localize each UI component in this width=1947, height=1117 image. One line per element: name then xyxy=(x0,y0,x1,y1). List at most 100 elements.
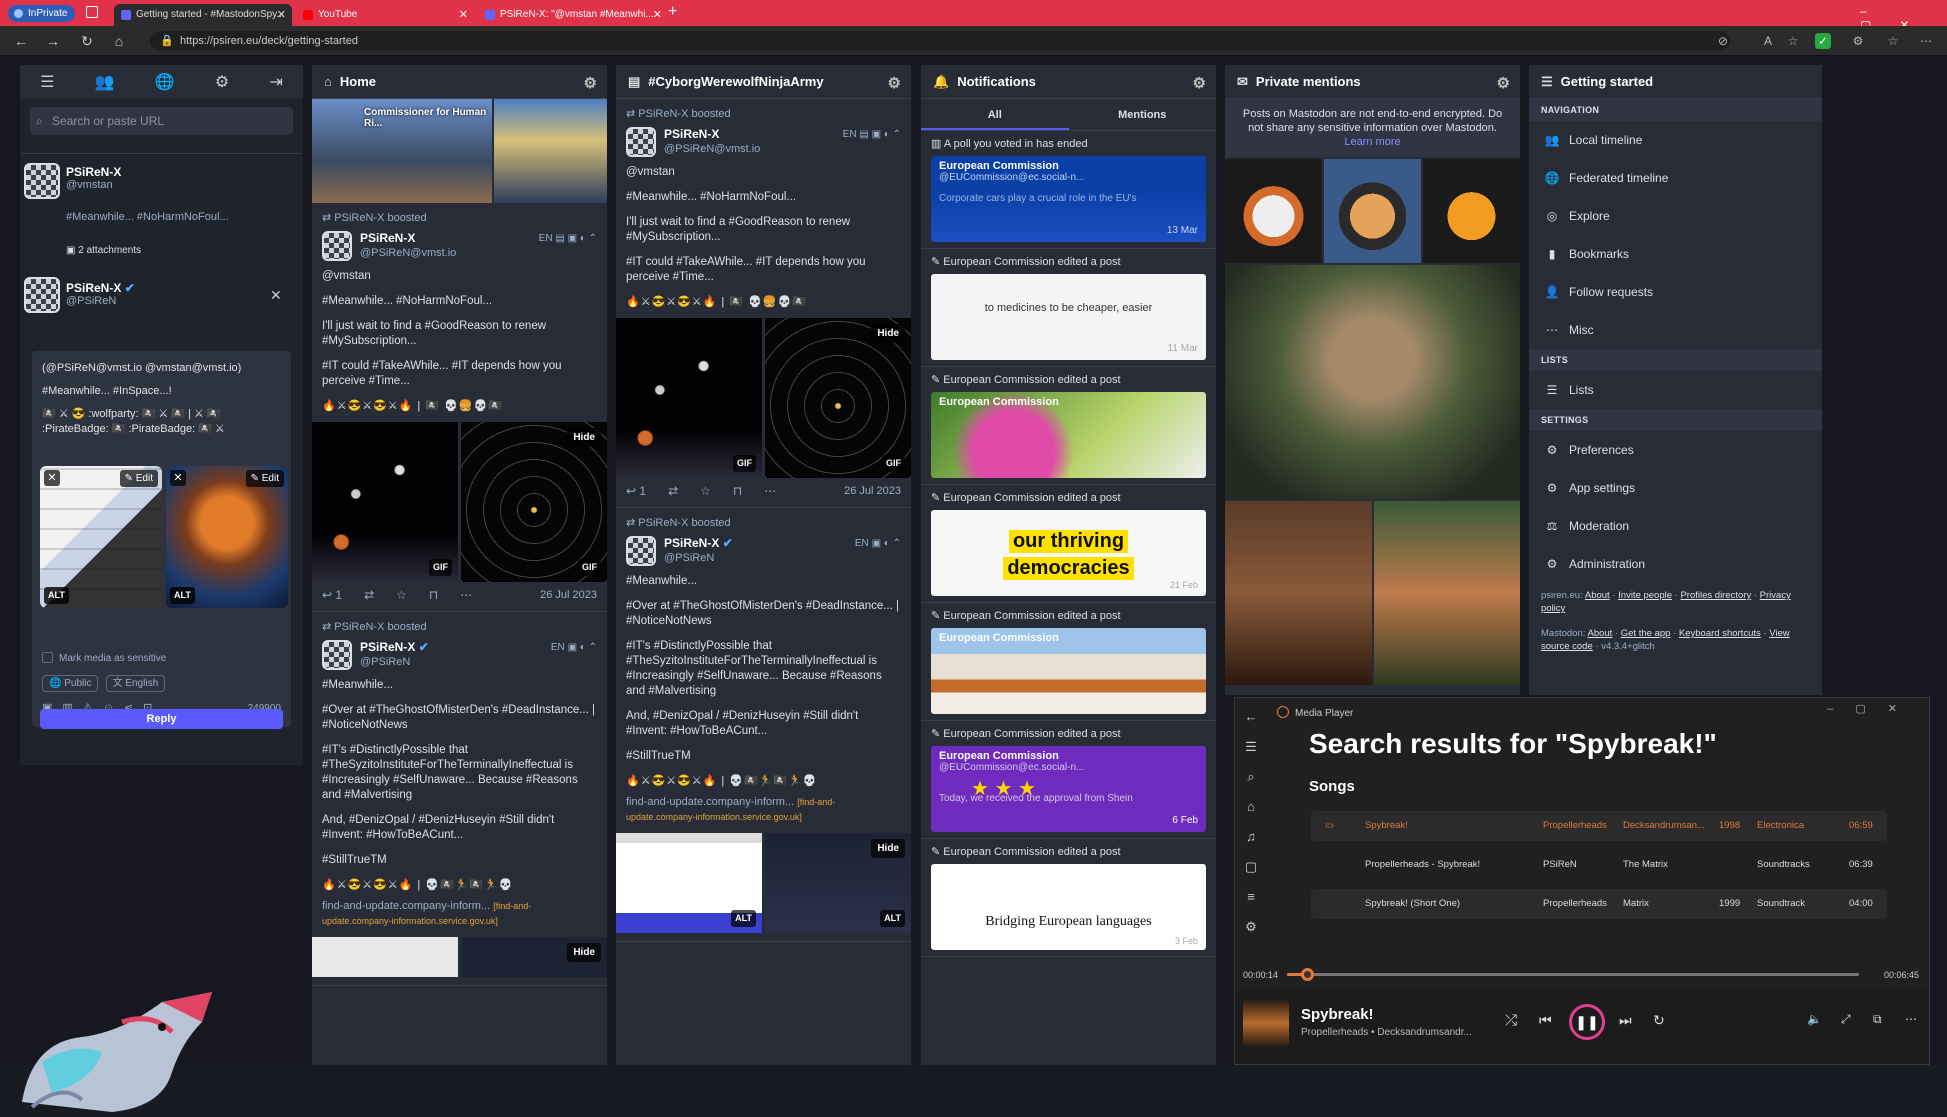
settings-icon[interactable]: ⚙ xyxy=(215,72,229,92)
album-art[interactable] xyxy=(1243,1000,1289,1046)
address-bar[interactable]: 🔒 https://psiren.eu/deck/getting-started xyxy=(150,31,1730,51)
link-card[interactable]: find-and-update.company-inform... [find-… xyxy=(626,795,901,825)
new-tab-button[interactable]: + xyxy=(668,3,677,21)
forward-icon[interactable]: → xyxy=(44,32,62,50)
avatar[interactable] xyxy=(322,640,352,670)
hide-media-button[interactable]: Hide xyxy=(567,943,601,962)
mastodon-about-link[interactable]: About xyxy=(1588,628,1613,639)
notification-edit-1[interactable]: ✎ European Commission edited a post to m… xyxy=(921,249,1216,367)
reply-icon[interactable]: ↩ 1 xyxy=(626,484,646,499)
more-icon[interactable]: ⋯ xyxy=(460,588,472,603)
media-gif-moons[interactable]: GIF xyxy=(616,318,762,478)
edited-post-card[interactable]: Bridging European languages 3 Feb xyxy=(931,864,1206,950)
boost-icon[interactable]: ⇄ xyxy=(668,484,678,499)
close-tab-icon[interactable]: ✕ xyxy=(277,4,286,26)
handle[interactable]: @PSiReN xyxy=(360,655,429,670)
edited-post-card[interactable]: European Commission xyxy=(931,628,1206,714)
hashtag-post-2[interactable]: ⇄ PSiReN-X boosted PSiReN-X ✔ @PSiReN EN… xyxy=(616,508,911,942)
search-icon[interactable]: ⌕ xyxy=(1235,762,1267,792)
reply-button[interactable]: Reply xyxy=(40,709,283,729)
media-gif-solar-system[interactable]: Hide GIF xyxy=(765,318,911,478)
favourite-icon[interactable]: ☆ xyxy=(396,588,407,603)
notification-edit-6[interactable]: ✎ European Commission edited a post Brid… xyxy=(921,839,1216,957)
tracking-icon[interactable]: ⊘ xyxy=(1715,33,1731,49)
keyboard-shortcuts-link[interactable]: Keyboard shortcuts xyxy=(1679,628,1761,639)
home-post-2[interactable]: ⇄ PSiReN-X boosted PSiReN-X ✔ @PSiReN EN… xyxy=(312,612,607,986)
tab-psiren-post[interactable]: PSiReN-X: "@vmstan #Meanwhi... ✕ xyxy=(478,4,668,26)
edited-post-card[interactable]: to medicines to be cheaper, easier 11 Ma… xyxy=(931,274,1206,360)
miniplayer-icon[interactable]: ⧉ xyxy=(1873,1012,1882,1027)
nav-app-settings[interactable]: ⚙ App settings xyxy=(1529,469,1822,507)
notification-edit-3[interactable]: ✎ European Commission edited a post our … xyxy=(921,485,1216,603)
favourite-icon[interactable]: ☆ xyxy=(700,484,711,499)
home-media-banner[interactable]: Commissioner for Human Ri... xyxy=(312,99,607,203)
hide-media-button[interactable]: Hide xyxy=(871,324,905,343)
logout-icon[interactable]: ⇥ xyxy=(269,72,282,92)
nav-preferences[interactable]: ⚙ Preferences xyxy=(1529,431,1822,469)
display-name[interactable]: PSiReN-X xyxy=(360,231,456,246)
edited-post-card[interactable]: European Commission @EUCommission@ec.soc… xyxy=(931,746,1206,832)
volume-icon[interactable]: 🔈 xyxy=(1807,1012,1822,1026)
bookmark-icon[interactable]: ⊓ xyxy=(429,588,438,603)
post-media-grid[interactable]: Hide xyxy=(312,937,607,977)
boost-icon[interactable]: ⇄ xyxy=(364,588,374,603)
previous-icon[interactable]: ⏮ xyxy=(1539,1012,1552,1029)
tab-mentions[interactable]: Mentions xyxy=(1069,99,1217,130)
hide-media-button[interactable]: Hide xyxy=(871,839,905,858)
media-gif-moons[interactable]: GIF xyxy=(312,422,458,582)
menu-dots-icon[interactable]: ⋯ xyxy=(1918,33,1934,49)
hamburger-icon[interactable]: ☰ xyxy=(40,72,54,92)
repeat-off-icon[interactable]: ↻ xyxy=(1653,1012,1665,1029)
language-button[interactable]: 文 English xyxy=(105,675,166,692)
home-post-1[interactable]: ⇄ PSiReN-X boosted PSiReN-X @PSiReN@vmst… xyxy=(312,203,607,612)
back-icon[interactable]: ← xyxy=(12,32,30,50)
tab-all[interactable]: All xyxy=(921,99,1069,130)
mention-media-pair[interactable] xyxy=(1225,501,1520,685)
handle[interactable]: @PSiReN@vmst.io xyxy=(664,142,760,157)
hide-media-button[interactable]: Hide xyxy=(567,428,601,447)
now-playing-title[interactable]: Spybreak! xyxy=(1301,1006,1374,1023)
avatar[interactable] xyxy=(322,231,352,261)
get-app-link[interactable]: Get the app xyxy=(1621,628,1671,639)
display-name[interactable]: PSiReN-X xyxy=(664,127,760,142)
now-playing-artist[interactable]: Propellerheads • Decksandrumsandr... xyxy=(1301,1027,1472,1038)
display-name[interactable]: PSiReN-X ✔ xyxy=(360,640,429,655)
video-icon[interactable]: ▢ xyxy=(1235,852,1267,882)
nav-misc[interactable]: ⋯ Misc xyxy=(1529,311,1822,349)
home-icon[interactable]: ⌂ xyxy=(1235,792,1267,822)
globe-icon[interactable]: 🌐 xyxy=(155,72,175,92)
tab-actions-icon[interactable] xyxy=(86,6,98,18)
post-media-grid[interactable]: GIF Hide GIF xyxy=(312,422,607,582)
hashtag-column-header[interactable]: ▤ #CyborgWerewolfNinjaArmy ⚙ xyxy=(616,65,911,99)
remove-attachment-icon[interactable]: ✕ xyxy=(44,470,60,486)
mention-media-row[interactable] xyxy=(1225,159,1520,263)
tab-youtube[interactable]: YouTube ✕ xyxy=(296,4,474,26)
player-window-controls[interactable]: –▢✕ xyxy=(1827,702,1919,715)
poll-post-card[interactable]: European Commission @EUCommission@ec.soc… xyxy=(931,156,1206,242)
mention-media-large[interactable] xyxy=(1225,265,1520,499)
edit-attachment-button[interactable]: ✎ Edit xyxy=(245,470,284,487)
edited-post-card[interactable]: our thriving democracies 21 Feb xyxy=(931,510,1206,596)
read-aloud-icon[interactable]: A xyxy=(1760,33,1776,49)
nav-explore[interactable]: ◎ Explore xyxy=(1529,197,1822,235)
seek-bar[interactable] xyxy=(1287,968,1859,981)
reply-avatar[interactable] xyxy=(24,163,60,199)
song-row-1[interactable]: ▭ Spybreak! Propellerheads Decksandrumsa… xyxy=(1311,811,1887,841)
nav-local-timeline[interactable]: 👥 Local timeline xyxy=(1529,121,1822,159)
getting-started-header[interactable]: ☰ Getting started xyxy=(1529,65,1822,99)
more-icon[interactable]: ⋯ xyxy=(764,484,776,499)
notification-edit-2[interactable]: ✎ European Commission edited a post Euro… xyxy=(921,367,1216,485)
people-icon[interactable]: 👥 xyxy=(95,72,115,92)
post-media-grid[interactable]: GIF Hide GIF xyxy=(616,318,911,478)
column-settings-icon[interactable]: ⚙ xyxy=(1497,74,1510,92)
fullscreen-icon[interactable]: ⤢ xyxy=(1841,1012,1851,1027)
nav-lists[interactable]: ☰ Lists xyxy=(1529,371,1822,409)
nav-administration[interactable]: ⚙ Administration xyxy=(1529,545,1822,583)
nav-follow-requests[interactable]: 👤 Follow requests xyxy=(1529,273,1822,311)
attachment-thumbnail-1[interactable]: ✕ ✎ Edit ALT xyxy=(40,466,162,608)
refresh-icon[interactable]: ↻ xyxy=(78,32,96,50)
avatar[interactable] xyxy=(626,536,656,566)
seek-handle[interactable] xyxy=(1301,968,1315,981)
column-settings-icon[interactable]: ⚙ xyxy=(888,74,901,92)
bookmark-icon[interactable]: ⊓ xyxy=(733,484,742,499)
